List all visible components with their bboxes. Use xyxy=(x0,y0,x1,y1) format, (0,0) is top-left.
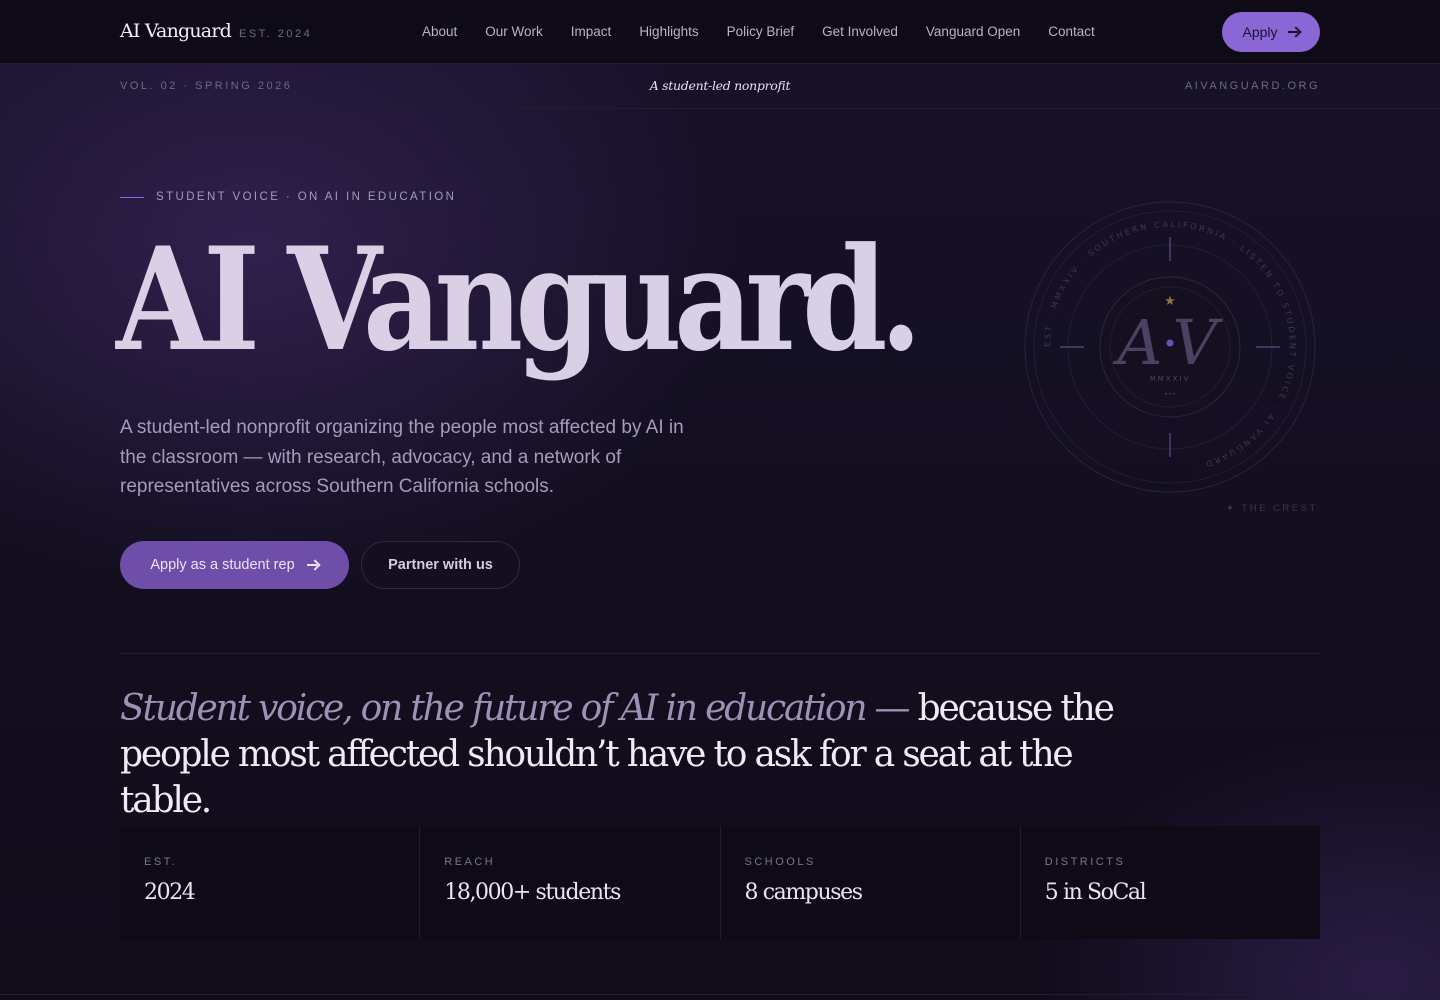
stat-card: EST. 2024 xyxy=(120,826,420,939)
bottom-divider xyxy=(0,994,1440,995)
nav-link-vanguard-open[interactable]: Vanguard Open xyxy=(926,24,1020,39)
nav-link-policy-brief[interactable]: Policy Brief xyxy=(727,24,795,39)
section-divider xyxy=(120,653,1320,654)
stat-card: REACH 18,000+ students xyxy=(420,826,720,939)
stats-grid: EST. 2024 REACH 18,000+ students SCHOOLS… xyxy=(120,826,1320,939)
mission-statement: Student voice, on the future of AI in ed… xyxy=(120,686,1120,824)
crest-monogram-v: V xyxy=(1173,306,1224,379)
eyebrow-rule xyxy=(120,196,144,198)
crest-dots: • • • xyxy=(1165,392,1175,398)
hero-title: AI Vanguard. xyxy=(116,217,922,383)
crest-year: MMXXIV xyxy=(1150,375,1191,383)
apply-student-rep-label: Apply as a student rep xyxy=(150,557,295,573)
nav-link-impact[interactable]: Impact xyxy=(571,24,612,39)
arrow-right-icon xyxy=(306,559,319,571)
crest-monogram-a: A xyxy=(1113,306,1163,379)
stat-value: 8 campuses xyxy=(744,880,864,905)
crest-center-dot xyxy=(1166,339,1174,347)
crest-caption: ✦ THE CREST xyxy=(1226,503,1318,514)
brand-est: EST. 2024 xyxy=(238,28,313,40)
top-navigation: AI Vanguard EST. 2024 About Our Work Imp… xyxy=(0,0,1440,64)
issue-bar: VOL. 02 · SPRING 2026 A student-led nonp… xyxy=(0,64,1440,109)
crest-svg: EST · MMXXIV · SOUTHERN CALIFORNIA · LIS… xyxy=(1024,201,1316,493)
stat-card: DISTRICTS 5 in SoCal xyxy=(1020,826,1320,939)
nav-link-about[interactable]: About xyxy=(422,24,457,39)
arrow-right-icon xyxy=(1287,26,1300,38)
nav-link-contact[interactable]: Contact xyxy=(1048,24,1095,39)
stat-label: DISTRICTS xyxy=(1044,856,1126,868)
mission-statement-italic: Student voice, on the future of AI in ed… xyxy=(120,688,911,729)
crest-emblem: EST · MMXXIV · SOUTHERN CALIFORNIA · LIS… xyxy=(1020,197,1320,497)
stat-value: 2024 xyxy=(144,880,196,905)
nav-link-highlights[interactable]: Highlights xyxy=(639,24,698,39)
stat-card: SCHOOLS 8 campuses xyxy=(720,826,1020,939)
nav-link-get-involved[interactable]: Get Involved xyxy=(822,24,898,39)
nav-links: About Our Work Impact Highlights Policy … xyxy=(422,24,1095,39)
apply-button-label: Apply xyxy=(1242,24,1278,40)
partner-button[interactable]: Partner with us xyxy=(361,541,520,589)
stat-label: EST. xyxy=(144,856,178,868)
stat-value: 18,000+ students xyxy=(444,880,621,905)
partner-button-label: Partner with us xyxy=(388,557,493,573)
hero-eyebrow: STUDENT VOICE · ON AI IN EDUCATION xyxy=(120,191,456,203)
site-url[interactable]: AIVANGUARD.ORG xyxy=(1185,80,1320,92)
apply-student-rep-button[interactable]: Apply as a student rep xyxy=(120,541,349,589)
nav-link-our-work[interactable]: Our Work xyxy=(485,24,543,39)
apply-button[interactable]: Apply xyxy=(1222,12,1320,52)
brand[interactable]: AI Vanguard EST. 2024 xyxy=(120,20,312,42)
stat-label: REACH xyxy=(444,856,496,868)
brand-name[interactable]: AI Vanguard xyxy=(120,20,232,42)
eyebrow-text: STUDENT VOICE · ON AI IN EDUCATION xyxy=(156,191,457,203)
stat-value: 5 in SoCal xyxy=(1044,880,1147,905)
hero-subtitle: A student-led nonprofit organizing the p… xyxy=(120,417,684,497)
stat-label: SCHOOLS xyxy=(744,856,816,868)
